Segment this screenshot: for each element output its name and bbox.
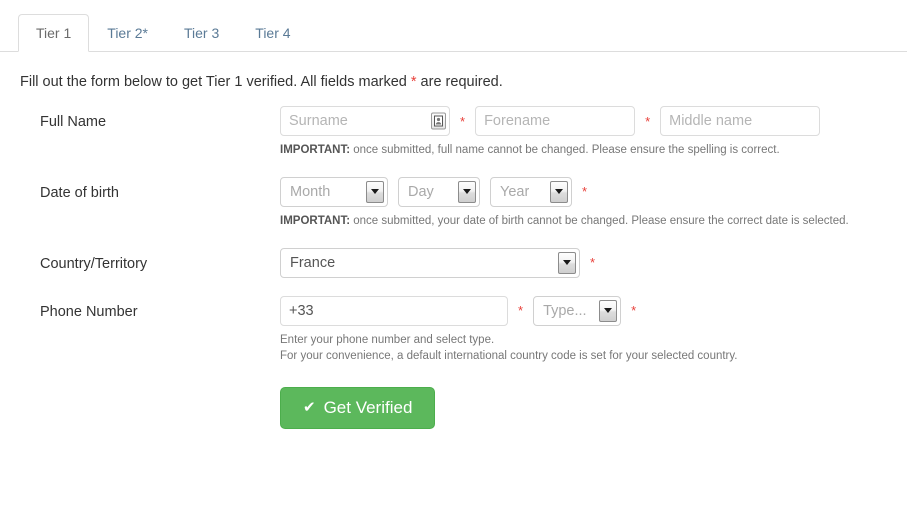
- country-select[interactable]: France: [280, 247, 580, 278]
- chevron-down-icon: [558, 251, 576, 274]
- surname-input[interactable]: [280, 106, 450, 137]
- chevron-down-icon: [599, 299, 618, 322]
- day-select[interactable]: Day: [398, 176, 480, 207]
- get-verified-button-label: Get Verified: [323, 397, 413, 417]
- month-select-value: Month: [290, 183, 331, 200]
- tab-tier-4[interactable]: Tier 4: [237, 14, 308, 52]
- phone-number-input[interactable]: [280, 295, 508, 326]
- full-name-help-body: once submitted, full name cannot be chan…: [350, 144, 780, 157]
- middle-name-input[interactable]: [660, 106, 821, 137]
- surname-input-wrapper: [280, 106, 450, 137]
- form-row-full-name: Full Name * *: [0, 106, 907, 159]
- full-name-help-bold: IMPORTANT:: [280, 144, 351, 157]
- form-row-country: Country/Territory France *: [0, 247, 907, 278]
- country-select-value: France: [290, 254, 336, 271]
- date-of-birth-help-bold: IMPORTANT:: [280, 214, 351, 227]
- tab-tier-1-label: Tier 1: [36, 25, 72, 41]
- tab-tier-1[interactable]: Tier 1: [18, 14, 90, 52]
- check-icon: ✔: [303, 399, 316, 417]
- phone-type-required-asterisk: *: [631, 303, 637, 319]
- phone-type-select-value: Type...: [543, 302, 587, 319]
- phone-help-line-2: For your convenience, a default internat…: [280, 350, 738, 363]
- intro-text-before: Fill out the form below to get Tier 1 ve…: [20, 74, 411, 90]
- day-select-value: Day: [408, 183, 434, 200]
- date-of-birth-label: Date of birth: [40, 184, 119, 201]
- year-select[interactable]: Year: [490, 176, 572, 207]
- get-verified-button[interactable]: ✔ Get Verified: [280, 386, 436, 429]
- month-select[interactable]: Month: [280, 176, 388, 207]
- contact-card-icon[interactable]: [431, 112, 446, 130]
- year-select-value: Year: [500, 183, 530, 200]
- phone-help-line-1: Enter your phone number and select type.: [280, 333, 495, 346]
- intro-text-after: are required.: [416, 74, 503, 90]
- tab-tier-2-label: Tier 2*: [107, 25, 148, 41]
- date-of-birth-help-text: IMPORTANT: once submitted, your date of …: [280, 213, 907, 230]
- date-of-birth-required-asterisk: *: [582, 184, 588, 200]
- tab-tier-3-label: Tier 3: [184, 25, 220, 41]
- phone-number-help-text: Enter your phone number and select type.…: [280, 332, 907, 365]
- chevron-down-icon: [458, 180, 476, 203]
- form-intro-text: Fill out the form below to get Tier 1 ve…: [0, 52, 907, 92]
- phone-number-required-asterisk: *: [518, 303, 524, 319]
- forename-input[interactable]: [475, 106, 636, 137]
- country-label: Country/Territory: [40, 255, 148, 272]
- submit-row: ✔ Get Verified: [0, 386, 907, 429]
- tier-tab-bar: Tier 1 Tier 2* Tier 3 Tier 4: [0, 0, 907, 52]
- tab-tier-3[interactable]: Tier 3: [166, 14, 237, 52]
- tab-tier-4-label: Tier 4: [255, 25, 291, 41]
- full-name-help-text: IMPORTANT: once submitted, full name can…: [280, 142, 907, 159]
- forename-required-asterisk: *: [645, 113, 651, 129]
- full-name-label: Full Name: [40, 114, 107, 131]
- tier-1-verification-form: Full Name * *: [0, 92, 907, 429]
- tab-tier-2[interactable]: Tier 2*: [89, 14, 166, 52]
- date-of-birth-help-body: once submitted, your date of birth canno…: [350, 214, 849, 227]
- chevron-down-icon: [550, 180, 568, 203]
- chevron-down-icon: [366, 180, 384, 203]
- country-required-asterisk: *: [590, 255, 596, 271]
- phone-number-label: Phone Number: [40, 303, 138, 320]
- surname-required-asterisk: *: [460, 113, 466, 129]
- form-row-date-of-birth: Date of birth Month Day Year * IMPORTANT…: [0, 176, 907, 230]
- form-row-phone-number: Phone Number * Type... * Enter your phon…: [0, 295, 907, 365]
- phone-type-select[interactable]: Type...: [533, 295, 622, 326]
